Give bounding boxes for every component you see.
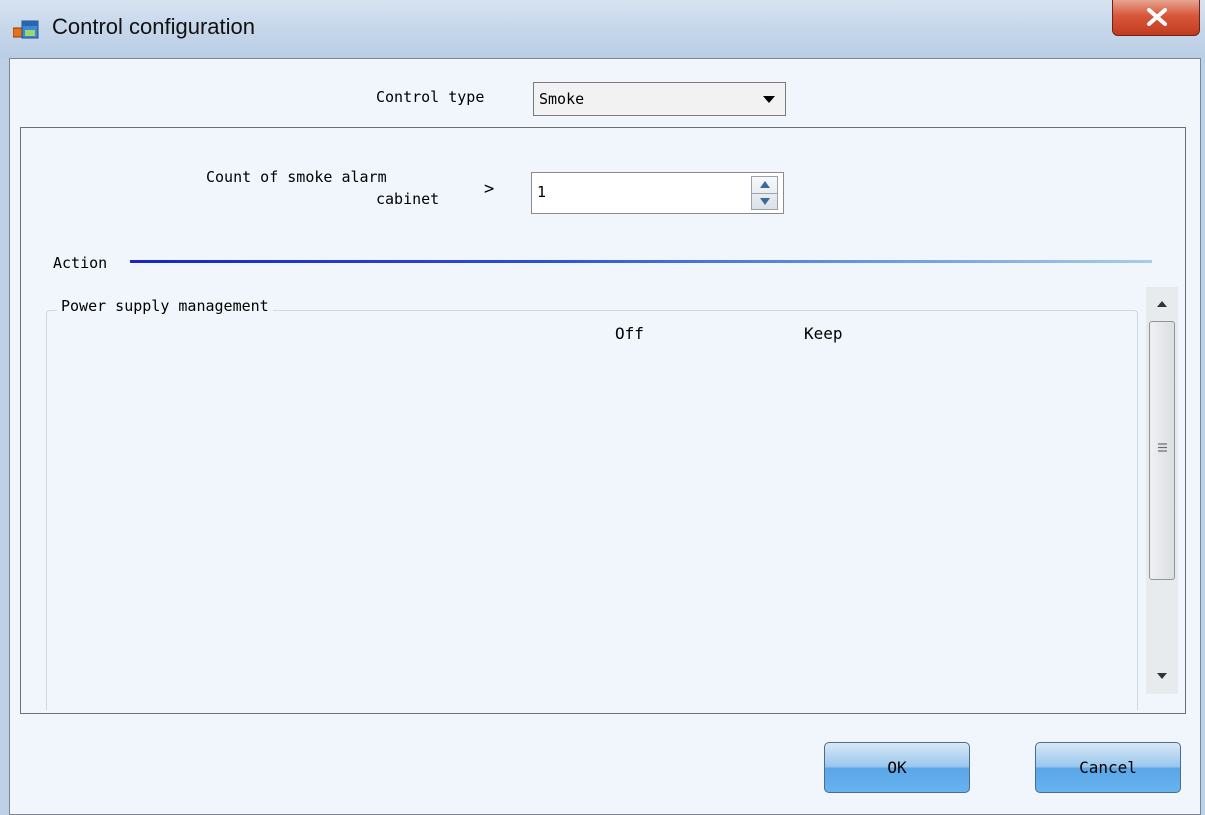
- close-icon: [1147, 8, 1167, 26]
- control-configuration-dialog: Control configuration Control type Smoke…: [0, 0, 1205, 815]
- cancel-button[interactable]: Cancel: [1035, 742, 1181, 793]
- app-icon: [13, 20, 39, 39]
- column-off: Off: [615, 324, 644, 343]
- vertical-scrollbar[interactable]: [1146, 287, 1178, 694]
- smoke-cabinet-count-input[interactable]: 1: [531, 172, 784, 214]
- scroll-thumb[interactable]: [1149, 321, 1175, 580]
- control-type-value: Smoke: [539, 90, 585, 108]
- control-type-label: Control type: [376, 88, 485, 106]
- scroll-up-icon[interactable]: [1157, 301, 1167, 307]
- power-supply-title: Power supply management: [57, 297, 273, 315]
- power-supply-group: [46, 310, 1138, 710]
- count-label-line2: cabinet: [376, 190, 440, 208]
- count-value: 1: [537, 183, 547, 201]
- action-label: Action: [53, 254, 108, 272]
- stepper-up-icon[interactable]: [760, 181, 770, 188]
- close-button[interactable]: [1112, 0, 1200, 36]
- count-stepper[interactable]: [751, 176, 778, 210]
- chevron-down-icon: [763, 96, 775, 103]
- stepper-down-icon[interactable]: [760, 198, 770, 205]
- column-keep: Keep: [804, 324, 843, 343]
- control-type-dropdown[interactable]: Smoke: [533, 82, 786, 116]
- ok-button[interactable]: OK: [824, 742, 970, 793]
- scroll-down-icon[interactable]: [1157, 673, 1167, 679]
- action-divider: [130, 260, 1152, 263]
- title-bar: Control configuration: [0, 0, 1205, 58]
- window-title: Control configuration: [52, 14, 256, 39]
- comparison-operator: >: [484, 179, 495, 199]
- count-label: Count of smoke alarm: [206, 168, 387, 186]
- grip-icon: [1158, 443, 1167, 452]
